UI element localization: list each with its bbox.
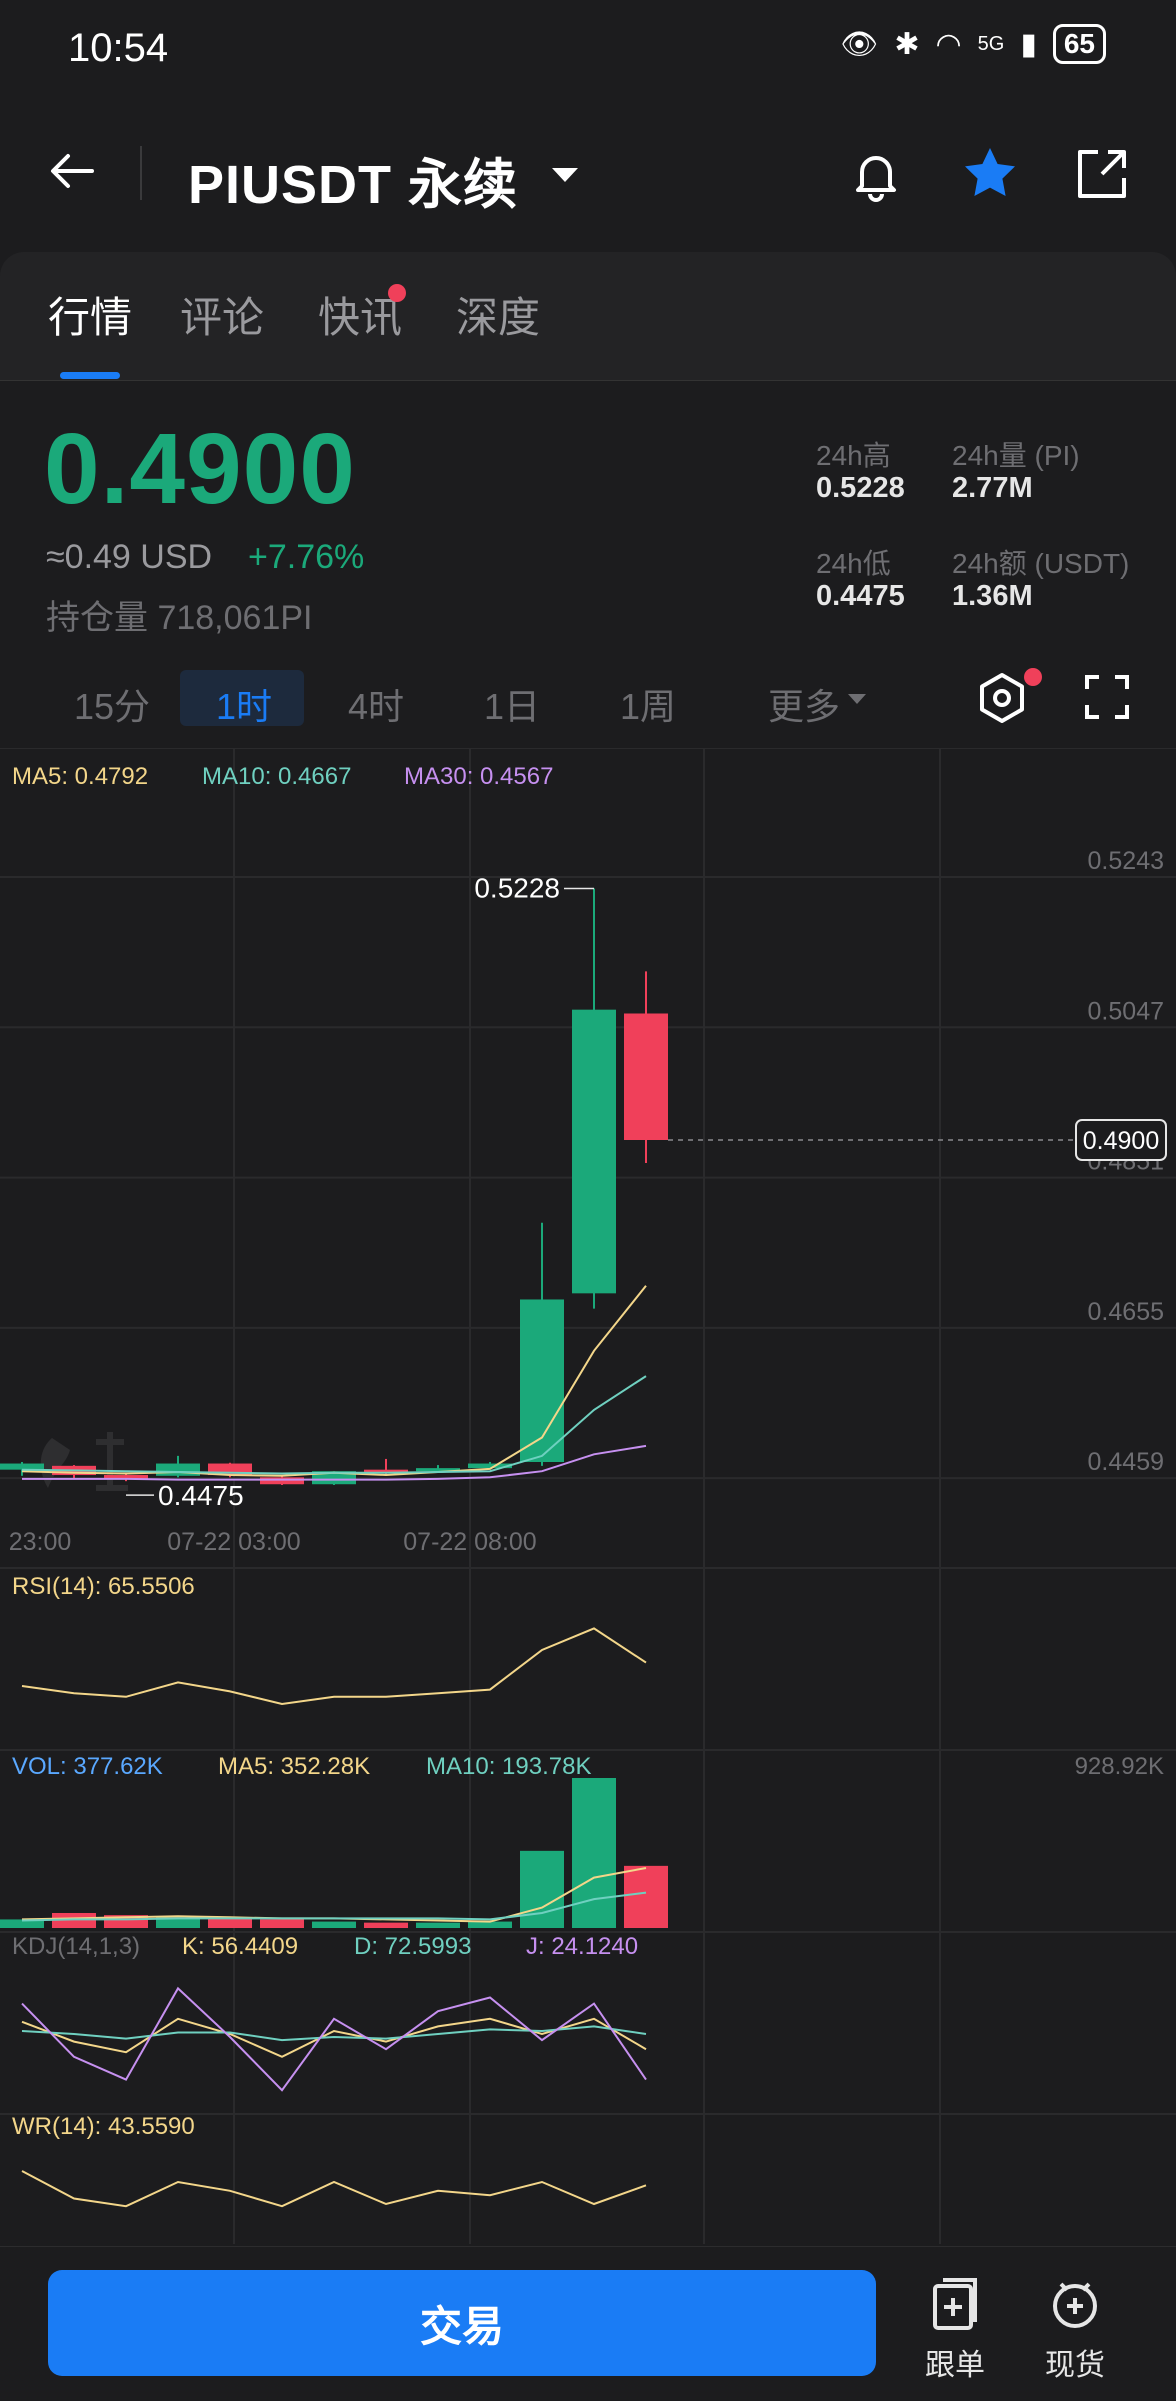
vol-max-label: 928.92K: [1075, 1753, 1164, 1780]
ma30-label: MA30: 0.4567: [404, 763, 553, 790]
low-label: 24h低: [816, 548, 891, 579]
copy-trade-label: 跟单: [925, 2349, 985, 2382]
time-axis: 23:00 07-22 03:00 07-22 08:00: [9, 1528, 537, 1556]
tab-depth[interactable]: 深度: [456, 284, 540, 345]
last-price: 0.4900: [44, 413, 356, 525]
low-value: 0.4475: [816, 580, 905, 612]
usd-price: ≈0.49 USD: [46, 538, 213, 576]
status-time: 10:54: [68, 26, 169, 70]
high-value: 0.5228: [816, 472, 905, 504]
spot-label: 现货: [1045, 2349, 1105, 2382]
kdj-k-label: K: 56.4409: [182, 1933, 298, 1960]
active-tab-indicator: [60, 372, 120, 379]
copy-trade-button[interactable]: 跟单: [900, 2276, 1010, 2386]
chevron-down-icon[interactable]: [848, 694, 866, 704]
candle-body: [156, 1463, 200, 1476]
volume-bar: [416, 1922, 460, 1928]
y-tick-label: 0.5243: [1088, 847, 1164, 875]
last-price-tag: 0.4900: [1083, 1127, 1159, 1155]
x-tick-label: 07-22 08:00: [403, 1528, 536, 1556]
volume-bar: [572, 1778, 616, 1928]
header-divider: [140, 146, 142, 200]
battery-icon: 65: [1052, 24, 1106, 64]
rsi-label: RSI(14): 65.5506: [12, 1573, 195, 1600]
y-tick-label: 0.5047: [1088, 997, 1164, 1025]
signal-icon: ▮: [1020, 27, 1037, 61]
vol-label: VOL: 377.62K: [12, 1753, 163, 1780]
eye-icon: 👁: [840, 27, 879, 61]
interval-1w[interactable]: 1周: [620, 678, 676, 730]
ma10-label: MA10: 0.4667: [202, 763, 351, 790]
kdj-label: KDJ(14,1,3): [12, 1933, 140, 1960]
price-change: +7.76%: [248, 538, 365, 576]
open-interest: 持仓量 718,061PI: [46, 599, 313, 637]
notification-dot: [1024, 668, 1042, 686]
volume-bar: [208, 1918, 252, 1928]
kdj-indicator: [21, 1986, 647, 2092]
volume-value: 2.77M: [952, 472, 1033, 504]
interval-15m[interactable]: 15分: [74, 678, 150, 730]
tab-comments[interactable]: 评论: [180, 284, 264, 345]
amount-value: 1.36M: [952, 580, 1033, 612]
tab-bar: [0, 252, 1176, 381]
interval-1d[interactable]: 1日: [484, 678, 540, 730]
ma5-label: MA5: 0.4792: [12, 763, 148, 790]
low-marker: 0.4475: [158, 1480, 244, 1511]
notification-dot: [388, 284, 406, 302]
wr-label: WR(14): 43.5590: [12, 2113, 195, 2140]
spot-icon: [1053, 2282, 1097, 2328]
candle-body: [572, 1009, 616, 1294]
kdj-d-label: D: 72.5993: [354, 1933, 471, 1960]
y-tick-label: 0.4459: [1088, 1448, 1164, 1476]
star-icon[interactable]: [960, 144, 1020, 204]
high-marker: 0.5228: [474, 873, 560, 904]
wifi-icon: ◠: [935, 27, 962, 61]
volume-indicator: [0, 1778, 668, 1928]
interval-more[interactable]: 更多: [768, 678, 840, 730]
rsi-indicator: [21, 1627, 647, 1706]
kdj-j-line: [21, 1986, 647, 2092]
candle-body: [260, 1477, 304, 1485]
kdj-j-label: J: 24.1240: [526, 1933, 638, 1960]
spot-button[interactable]: 现货: [1020, 2276, 1130, 2386]
chevron-down-icon[interactable]: [552, 168, 578, 182]
kline-chart[interactable]: MA5: 0.4792 MA10: 0.4667 MA30: 0.4567 0.…: [0, 748, 1176, 2244]
share-icon[interactable]: [1072, 144, 1132, 204]
wr-indicator: [21, 2170, 647, 2208]
price-markers: 0.5228 0.4475 0.4900: [126, 873, 1167, 1511]
x-tick-label: 23:00: [9, 1528, 72, 1556]
back-arrow-icon: [51, 154, 94, 188]
volume-bar: [312, 1921, 356, 1928]
volume-bar: [260, 1919, 304, 1928]
bell-icon[interactable]: [846, 144, 906, 204]
bluetooth-icon: ✱: [894, 27, 920, 61]
volume-bar: [364, 1922, 408, 1928]
amount-label: 24h额 (USDT): [952, 548, 1130, 579]
rsi-line: [21, 1627, 647, 1706]
interval-4h[interactable]: 4时: [348, 678, 404, 730]
high-label: 24h高: [816, 440, 891, 471]
wr-line: [21, 2170, 647, 2208]
interval-1h[interactable]: 1时: [216, 678, 272, 730]
vol-ma10-label: MA10: 193.78K: [426, 1753, 591, 1780]
volume-label: 24h量 (PI): [952, 440, 1080, 471]
status-icons: 👁 ✱ ◠ 5G ▮ 65: [840, 24, 1106, 64]
vol-ma5-label: MA5: 352.28K: [218, 1753, 370, 1780]
candle-body: [624, 1013, 668, 1140]
tab-market[interactable]: 行情: [48, 284, 132, 345]
fullscreen-icon[interactable]: [1084, 674, 1130, 720]
back-button[interactable]: [46, 146, 96, 196]
volume-bar: [520, 1850, 564, 1928]
candle-body: [0, 1463, 44, 1470]
symbol-title[interactable]: PIUSDT 永续: [188, 140, 518, 219]
y-tick-label: 0.4655: [1088, 1298, 1164, 1326]
settings-icon[interactable]: [976, 672, 1028, 724]
x-tick-label: 07-22 03:00: [167, 1528, 300, 1556]
network-label: 5G: [977, 32, 1005, 55]
volume-bar: [624, 1865, 668, 1928]
trade-button[interactable]: 交易: [48, 2270, 876, 2376]
copy-trade-icon: [933, 2278, 977, 2330]
